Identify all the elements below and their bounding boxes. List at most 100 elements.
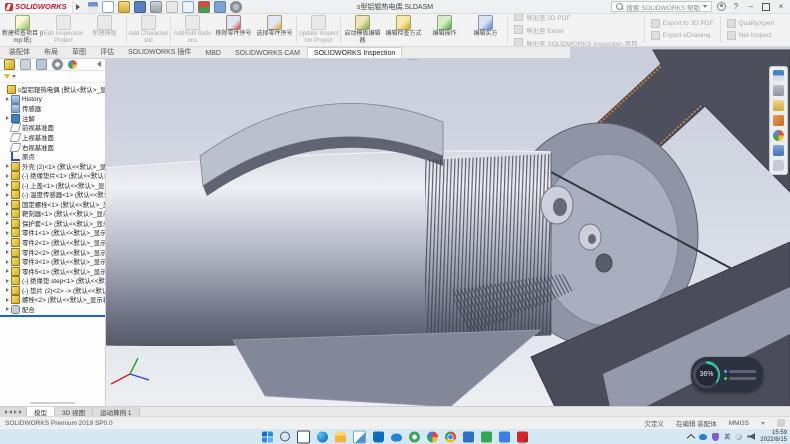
- search-taskbar-icon[interactable]: [280, 432, 290, 442]
- expand-icon[interactable]: [6, 307, 9, 311]
- tab-mbd[interactable]: MBD: [198, 47, 228, 58]
- tab-cam[interactable]: SOLIDWORKS CAM: [228, 47, 307, 58]
- tree-item-right-plane[interactable]: 右视基准面: [0, 142, 105, 152]
- login-icon[interactable]: [717, 2, 726, 11]
- tree-item-component[interactable]: (-) 绝缘垫片<1> (默认<<默认>_显: [0, 171, 105, 181]
- tree-item-top-plane[interactable]: 上视基准面: [0, 133, 105, 143]
- filter-caret-icon[interactable]: [12, 75, 16, 78]
- configurationmanager-tab-icon[interactable]: [36, 59, 47, 70]
- tray-shield-icon[interactable]: [712, 433, 719, 441]
- home-icon[interactable]: [88, 2, 98, 12]
- help-search-box[interactable]: 搜索 SOLIDWORKS 帮助: [611, 1, 712, 12]
- units-selector[interactable]: MMGS: [729, 420, 749, 427]
- edge-icon[interactable]: [317, 431, 328, 442]
- file-properties-icon[interactable]: [214, 1, 226, 13]
- tree-item-component[interactable]: 零件2<1> (默认<<默认>_显示状: [0, 238, 105, 248]
- expand-icon[interactable]: [6, 212, 9, 216]
- taskbar-clock[interactable]: 15:59 2022/8/15: [760, 430, 787, 443]
- new-inspection-project-button[interactable]: 新建检查项目 (imp:纸): [2, 14, 43, 45]
- home-resources-icon[interactable]: [773, 70, 784, 81]
- options-gear-icon[interactable]: [230, 1, 242, 13]
- tree-item-component[interactable]: (-) 垫片 (2)<2> -> (默认<<默认>: [0, 285, 105, 295]
- graphics-viewport[interactable]: 36%: [105, 44, 790, 407]
- help-button[interactable]: ?: [731, 2, 741, 12]
- status-tag-icon[interactable]: [777, 419, 785, 427]
- tree-item-history[interactable]: History: [0, 95, 105, 105]
- onedrive-icon[interactable]: [391, 434, 402, 442]
- expand-icon[interactable]: [6, 221, 9, 225]
- dimxpert-tab-icon[interactable]: [52, 59, 63, 70]
- expand-icon[interactable]: [6, 269, 9, 273]
- tree-item-sensor[interactable]: 传感器: [0, 104, 105, 114]
- rebuild-icon[interactable]: [198, 1, 210, 13]
- start-button-icon[interactable]: [262, 431, 273, 442]
- green-s-app-icon[interactable]: [481, 431, 492, 442]
- edit-operation-button[interactable]: 编辑操作: [424, 14, 465, 45]
- ime-indicator[interactable]: 英: [724, 432, 730, 441]
- tree-item-component[interactable]: (-) 温度传感器<1> (默认<<默认>_: [0, 190, 105, 200]
- search-caret-icon[interactable]: [703, 5, 707, 8]
- store-icon[interactable]: [373, 431, 384, 442]
- tree-item-root[interactable]: s型铝辊热电偶 (默认<默认>_显示状态-1: [0, 85, 105, 95]
- expand-icon[interactable]: [6, 164, 9, 168]
- select-balloons-button[interactable]: 选择零件序号: [254, 14, 295, 45]
- tree-item-annotations[interactable]: 注解: [0, 114, 105, 124]
- green-app-icon[interactable]: [409, 431, 420, 442]
- solidworks-logo[interactable]: SOLIDWORKS: [0, 1, 73, 13]
- collapse-panel-icon[interactable]: [97, 61, 101, 67]
- expand-icon[interactable]: [6, 183, 9, 187]
- expand-icon[interactable]: [6, 97, 9, 101]
- photos-icon[interactable]: [427, 431, 438, 442]
- flange-inner-ring[interactable]: [538, 154, 678, 326]
- expand-icon[interactable]: [6, 279, 9, 283]
- solidworks-taskbar-icon[interactable]: [517, 431, 528, 442]
- expand-icon[interactable]: [6, 298, 9, 302]
- flange-hole-small[interactable]: [596, 254, 612, 272]
- expand-icon[interactable]: [6, 116, 9, 120]
- appearances-scenes-icon[interactable]: [773, 130, 784, 141]
- wps-app-icon[interactable]: [499, 431, 510, 442]
- featuremanager-tab-icon[interactable]: [4, 59, 15, 70]
- expand-icon[interactable]: [6, 174, 9, 178]
- launch-template-editor-button[interactable]: 启动模板编辑器: [342, 14, 383, 45]
- displaymanager-tab-icon[interactable]: [68, 60, 77, 69]
- custom-properties-icon[interactable]: [773, 145, 784, 156]
- tree-item-origin[interactable]: 原点: [0, 152, 105, 162]
- weather-icon[interactable]: [735, 433, 742, 440]
- tree-filter[interactable]: [0, 71, 105, 83]
- tree-item-component[interactable]: 零件5<1> (默认<<默认>_显示状: [0, 266, 105, 276]
- performance-widget[interactable]: 36%: [691, 357, 763, 392]
- tree-item-component[interactable]: (-) 绝缘垫.step<1> (默认<<默认>: [0, 276, 105, 286]
- save-icon[interactable]: [134, 1, 146, 13]
- tree-item-component[interactable]: 靶刻器<1> (默认<<默认>_显示状: [0, 209, 105, 219]
- blue-book-app-icon[interactable]: [463, 431, 474, 442]
- restore-button[interactable]: [761, 2, 771, 12]
- tree-item-component[interactable]: 零件2<2> (默认<<默认>_显示状: [0, 247, 105, 257]
- expand-icon[interactable]: [6, 193, 9, 197]
- remove-balloons-button[interactable]: 移除零件序号: [213, 14, 254, 45]
- close-button[interactable]: ×: [776, 2, 786, 12]
- expand-icon[interactable]: [6, 288, 9, 292]
- expand-icon[interactable]: [6, 250, 9, 254]
- minimize-button[interactable]: –: [746, 2, 756, 12]
- print-icon[interactable]: [150, 1, 162, 13]
- select-cursor-icon[interactable]: [182, 1, 194, 13]
- view-palette-icon[interactable]: [773, 115, 784, 126]
- mail-icon[interactable]: [353, 430, 366, 443]
- open-icon[interactable]: [118, 1, 130, 13]
- forum-icon[interactable]: [773, 160, 784, 171]
- expand-icon[interactable]: [6, 231, 9, 235]
- tree-item-component[interactable]: 保护套<1> (默认<<默认>_显示状: [0, 219, 105, 229]
- file-explorer-taskbar-icon[interactable]: [335, 431, 346, 442]
- panel-resize-grip[interactable]: [30, 402, 75, 404]
- edit-measurement-button[interactable]: 编辑实方: [465, 14, 506, 45]
- tree-item-component[interactable]: 外壳 (2)<1> (默认<<默认>_显示状: [0, 161, 105, 171]
- undo-icon[interactable]: [166, 1, 178, 13]
- design-library-icon[interactable]: [773, 85, 784, 96]
- tree-item-component[interactable]: 零件1<1> (默认<<默认>_显示状: [0, 228, 105, 238]
- file-explorer-icon[interactable]: [773, 100, 784, 111]
- tree-item-component[interactable]: 固定螺栓<1> (默认<<默认>_显示: [0, 200, 105, 210]
- tab-inspection[interactable]: SOLIDWORKS Inspection: [307, 47, 402, 58]
- units-caret-icon[interactable]: [761, 422, 765, 425]
- panel-splitter[interactable]: [0, 315, 105, 317]
